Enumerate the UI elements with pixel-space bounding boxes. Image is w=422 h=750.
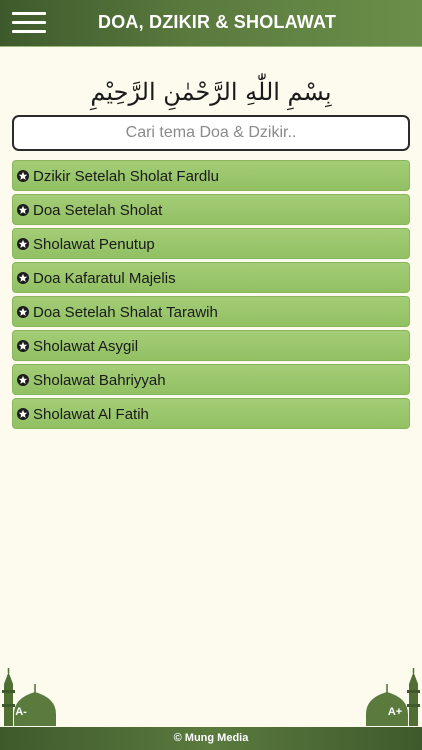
list-item-label: Sholawat Bahriyyah xyxy=(33,372,166,389)
list-item-label: Dzikir Setelah Sholat Fardlu xyxy=(33,168,219,185)
mosque-icon xyxy=(2,668,56,726)
list-item[interactable]: Doa Setelah Sholat xyxy=(12,194,410,225)
star-icon xyxy=(17,340,29,352)
list-item[interactable]: Dzikir Setelah Sholat Fardlu xyxy=(12,160,410,191)
footer-credit: © Mung Media xyxy=(0,727,422,750)
list-item[interactable]: Sholawat Penutup xyxy=(12,228,410,259)
font-increase-label: A+ xyxy=(387,706,403,718)
star-icon xyxy=(17,170,29,182)
star-icon xyxy=(17,272,29,284)
star-icon xyxy=(17,306,29,318)
mosque-icon xyxy=(366,668,420,726)
list-item-label: Doa Setelah Sholat xyxy=(33,202,163,219)
list-item[interactable]: Doa Kafaratul Majelis xyxy=(12,262,410,293)
app-header: DOA, DZIKIR & SHOLAWAT xyxy=(0,0,422,47)
star-icon xyxy=(17,204,29,216)
basmalah-text: بِسْمِ اللّٰهِ الرَّحْمٰنِ الرَّحِيْمِ xyxy=(90,78,332,106)
star-icon xyxy=(17,374,29,386)
star-icon xyxy=(17,408,29,420)
app-title: DOA, DZIKIR & SHOLAWAT xyxy=(98,12,337,32)
hamburger-menu-icon[interactable] xyxy=(12,11,46,35)
font-decrease-button[interactable]: A- xyxy=(0,668,56,728)
list-item-label: Sholawat Al Fatih xyxy=(33,406,149,423)
list-item-label: Sholawat Asygil xyxy=(33,338,139,355)
list-item[interactable]: Sholawat Asygil xyxy=(12,330,410,361)
search-input[interactable] xyxy=(14,117,408,149)
list-item[interactable]: Sholawat Al Fatih xyxy=(12,398,410,429)
list-item-label: Doa Kafaratul Majelis xyxy=(33,270,176,287)
star-icon xyxy=(17,238,29,250)
font-increase-button[interactable]: A+ xyxy=(366,668,422,728)
list-item-label: Doa Setelah Shalat Tarawih xyxy=(33,304,218,321)
list-item[interactable]: Doa Setelah Shalat Tarawih xyxy=(12,296,410,327)
list-item[interactable]: Sholawat Bahriyyah xyxy=(12,364,410,395)
font-decrease-label: A- xyxy=(15,706,27,718)
list-item-label: Sholawat Penutup xyxy=(33,236,155,253)
search-field[interactable] xyxy=(12,115,410,151)
doa-list: Dzikir Setelah Sholat Fardlu Doa Setelah… xyxy=(12,160,410,432)
